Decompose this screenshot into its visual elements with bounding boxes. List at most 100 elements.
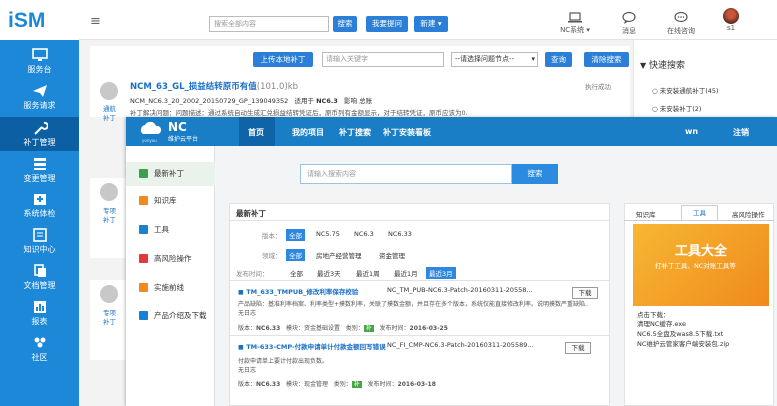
sidebar-item-label: 服务台 [27, 65, 52, 74]
caret-down-icon: ▾ [437, 19, 442, 28]
nc-search-input[interactable]: 请输入搜索内容 [300, 164, 512, 184]
sidebar-item-label: 补丁管理 [23, 138, 56, 147]
monitor-icon [31, 48, 48, 61]
nc-menu-knowledge[interactable]: 知识库 [126, 189, 215, 213]
global-search-input[interactable]: 搜索全部内容 [209, 16, 329, 32]
knowledge-icon [139, 196, 148, 205]
tab-high-risk[interactable]: 高风险操作 [732, 209, 765, 219]
patch-wrench-icon [100, 183, 118, 201]
patch-status: 执行成功 [585, 83, 611, 91]
community-icon [34, 337, 45, 348]
banner-title: 工具大全 [675, 244, 728, 259]
divider [229, 220, 610, 221]
sidebar-item-service-request[interactable]: 服务请求 [0, 84, 79, 114]
divider [229, 280, 610, 281]
domain-filter-all[interactable]: 全部 [286, 249, 305, 261]
patch-wrench-icon [100, 285, 118, 303]
tab-tools[interactable]: 工具 [681, 205, 718, 220]
quick-search-item[interactable]: ○ 未安装通航补丁(45) [652, 85, 719, 95]
time-filter-3days[interactable]: 最近3天 [317, 268, 341, 278]
sidebar-item-change-management[interactable]: 变更管理 [0, 157, 79, 187]
time-filter-3months[interactable]: 最近3月 [426, 267, 456, 279]
domain-filter-real-estate[interactable]: 房地产经营管理 [316, 250, 362, 260]
version-filter-label: 版本： [262, 232, 282, 240]
time-filter-1week[interactable]: 最近1周 [356, 268, 380, 278]
user-menu[interactable]: s1 [717, 8, 745, 32]
caret-down-icon: ▾ [586, 26, 590, 34]
patch-description: 补丁解决问题：问题描述：通过系统自动生成汇兑损益结转凭证后，原币列有金额显示，对… [130, 109, 468, 117]
nc-section-title: 最新补丁 [236, 209, 266, 218]
sidebar-item-document-management[interactable]: 文档管理 [0, 264, 79, 294]
version-filter-nc575[interactable]: NC5.75 [316, 230, 340, 238]
sidebar-item-service-desk[interactable]: 服务台 [0, 48, 79, 78]
clear-search-button[interactable]: 清除搜索 [584, 52, 629, 67]
online-consult-button[interactable]: 在线咨询 [666, 11, 696, 36]
document-icon [33, 264, 46, 277]
sidebar-item-reports[interactable]: 报表 [0, 300, 79, 330]
nc-patch-title-1[interactable]: ■ TM_633_TMPUB_修改利率保存校验 [238, 286, 358, 296]
messages-button[interactable]: 消息 [617, 11, 641, 36]
upload-local-patch-button[interactable]: 上传本地补丁 [253, 52, 313, 67]
sidebar-item-label: 变更管理 [23, 174, 56, 183]
download-link-3[interactable]: NC维护云管家客户端安装包.zip [637, 338, 729, 348]
frontline-icon [139, 283, 148, 292]
nc-nav-patch-board[interactable]: 补丁安装看板 [383, 127, 431, 138]
nc-menu-high-risk[interactable]: 高风险操作 [126, 247, 215, 271]
nc-nav-home[interactable]: 首页 [248, 127, 264, 138]
divider [624, 220, 774, 221]
patch-icon [139, 169, 148, 178]
time-filter-all[interactable]: 全部 [290, 268, 303, 278]
patch-code: NCM_NC6.3_20_2002_20150729_GP_139049352 [130, 97, 289, 105]
patch-type-label: 通航 补丁 [103, 105, 116, 122]
version-filter-nc633[interactable]: NC6.33 [388, 230, 412, 238]
time-filter-1month[interactable]: 最近1月 [394, 268, 418, 278]
version-filter-nc63[interactable]: NC6.3 [354, 230, 374, 238]
sidebar-item-patch-management[interactable]: 补丁管理 [0, 117, 79, 151]
app-logo: iSM [8, 9, 46, 32]
ask-question-button[interactable]: 我要提问 [366, 16, 408, 32]
nc-user-name: wn [685, 127, 699, 136]
fit-version: NC6.3 [316, 97, 338, 105]
query-button[interactable]: 查询 [545, 52, 572, 67]
quick-search-item[interactable]: ○ 未安装补丁(2) [652, 103, 701, 113]
nc-patch-desc2-1: 无日志 [238, 310, 257, 317]
nc-menu-product-download[interactable]: 产品介绍及下载 [126, 304, 215, 328]
send-icon [32, 85, 47, 97]
nc-nav-patch-search[interactable]: 补丁搜索 [339, 127, 371, 138]
new-button[interactable]: 新建 ▾ [414, 16, 448, 32]
patch-title[interactable]: NCM_63_GL_损益结转原币有值 [130, 82, 257, 92]
patch-type-label: 专项 补丁 [103, 207, 116, 224]
nc-patch-title-2[interactable]: ■ TM-633-CMP-付款申请单计付款金额回写错误 [238, 341, 386, 351]
node-select[interactable]: --请选择问题节点-- ▾ [451, 52, 538, 67]
patch-title-line[interactable]: NCM_63_GL_损益结转原币有值(101.0)kb [130, 80, 298, 92]
domain-filter-fund[interactable]: 资金管理 [379, 250, 405, 260]
nc-patch-meta-2: 版本：NC6.33 模块：现金管理 类别：补 发布时间：2016-03-18 [238, 381, 436, 388]
nc-search-button[interactable]: 搜索 [512, 164, 558, 184]
download-link-1[interactable]: 清理NC缓存.exe [637, 318, 686, 328]
sidebar-item-label: 系统体检 [23, 209, 56, 218]
chat-dots-icon [674, 11, 688, 23]
download-link-2[interactable]: NC6.5全盘及was8.5下载.txt [637, 328, 723, 338]
version-filter-all[interactable]: 全部 [286, 229, 305, 241]
nc-nav-my-projects[interactable]: 我的项目 [292, 127, 324, 138]
nc-patch-download-button-2[interactable]: 下载 [565, 342, 591, 354]
nc-patch-download-button-1[interactable]: 下载 [572, 287, 598, 299]
nc-logout-link[interactable]: 注销 [733, 127, 749, 138]
warning-icon [139, 254, 148, 263]
nc-system-switch[interactable]: NC系统 ▾ [559, 12, 591, 35]
nc-menu-tools[interactable]: 工具 [126, 218, 215, 242]
tab-knowledge[interactable]: 知识库 [636, 209, 656, 219]
sidebar-item-knowledge-center[interactable]: 知识中心 [0, 228, 79, 258]
keyword-input[interactable]: 请输入关键字 [322, 52, 444, 67]
tools-banner[interactable]: 工具大全 打补丁工具、NC对账工具等 [633, 224, 769, 306]
sidebar-item-system-check[interactable]: 系统体检 [0, 192, 79, 222]
nc-menu-frontline[interactable]: 实施前线 [126, 276, 215, 300]
nc-menu-latest-patch[interactable]: 最新补丁 [126, 162, 215, 186]
radio-icon: ○ [652, 87, 658, 95]
list-icon [33, 158, 46, 170]
global-search-button[interactable]: 搜索 [333, 16, 357, 32]
sidebar-item-community[interactable]: 社区 [0, 336, 79, 366]
nc-patch-desc2-2: 无日志 [238, 367, 257, 374]
hamburger-menu-icon[interactable]: ≡ [90, 14, 101, 29]
quick-search-title: ▼ 快速搜索 [640, 61, 686, 71]
